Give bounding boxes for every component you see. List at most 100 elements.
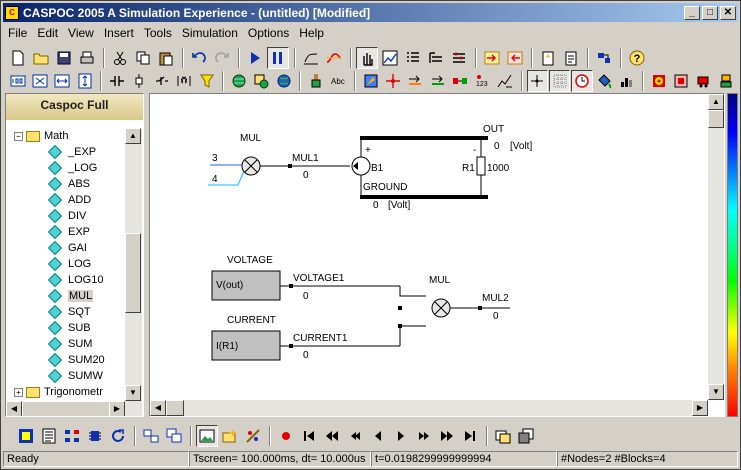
print-button[interactable] bbox=[76, 47, 98, 69]
scroll-left-icon[interactable]: ◀ bbox=[150, 400, 166, 416]
timer-button[interactable] bbox=[571, 70, 593, 92]
tree-item-log[interactable]: LOG bbox=[6, 256, 124, 272]
zoom-fit-button[interactable] bbox=[29, 70, 50, 92]
script-button[interactable] bbox=[537, 47, 559, 69]
scroll-left-icon[interactable]: ◀ bbox=[6, 401, 22, 416]
tree-item-sumw[interactable]: SUMW bbox=[6, 368, 124, 384]
scope-button[interactable] bbox=[300, 47, 322, 69]
chart-bar-button[interactable] bbox=[616, 70, 637, 92]
refresh-button[interactable] bbox=[107, 425, 129, 447]
tree-item-add[interactable]: ADD bbox=[6, 192, 124, 208]
tree-folder-math[interactable]: − Math bbox=[6, 128, 124, 144]
robot-button[interactable] bbox=[715, 70, 736, 92]
menu-file[interactable]: File bbox=[3, 26, 32, 40]
minimize-button[interactable]: _ bbox=[684, 5, 700, 20]
tree-item-exp[interactable]: EXP bbox=[6, 224, 124, 240]
tree-vertical-scrollbar[interactable]: ▲ ▼ bbox=[125, 128, 142, 401]
script-edit-button[interactable] bbox=[560, 47, 582, 69]
crosshair-button[interactable] bbox=[526, 70, 548, 92]
input-node-button[interactable] bbox=[481, 47, 503, 69]
numbering-button[interactable]: 123 bbox=[472, 70, 493, 92]
open-file-button[interactable] bbox=[30, 47, 52, 69]
menu-tools[interactable]: Tools bbox=[139, 26, 177, 40]
component-c-button[interactable] bbox=[151, 70, 172, 92]
effects-button[interactable] bbox=[219, 425, 241, 447]
probe-button[interactable] bbox=[196, 70, 217, 92]
scroll-thumb[interactable] bbox=[22, 401, 118, 416]
chart-button[interactable] bbox=[379, 47, 401, 69]
chip-button[interactable] bbox=[84, 425, 106, 447]
train-button[interactable] bbox=[693, 70, 714, 92]
new-file-button[interactable] bbox=[7, 47, 29, 69]
menu-help[interactable]: Help bbox=[294, 26, 329, 40]
arrow-bus-button[interactable] bbox=[427, 70, 448, 92]
go-end-button[interactable] bbox=[459, 425, 481, 447]
scope-color-button[interactable] bbox=[323, 47, 345, 69]
schematic-canvas[interactable]: MUL 3 4 MUL1 0 OUT 0 [Volt] + - B1 R1 10… bbox=[149, 93, 725, 417]
help-button[interactable]: ? bbox=[626, 47, 648, 69]
export-button[interactable] bbox=[494, 70, 515, 92]
redo-button[interactable] bbox=[211, 47, 233, 69]
tree-item-sqt[interactable]: SQT bbox=[6, 304, 124, 320]
scroll-thumb[interactable] bbox=[708, 110, 724, 128]
tree-item-sum[interactable]: SUM bbox=[6, 336, 124, 352]
stop-sign-button[interactable] bbox=[648, 70, 669, 92]
netlist-button[interactable] bbox=[38, 425, 60, 447]
collapse-icon[interactable]: − bbox=[14, 131, 23, 141]
component-b-button[interactable] bbox=[129, 70, 150, 92]
canvas-vertical-scrollbar[interactable]: ▲ ▼ bbox=[708, 94, 724, 400]
caspoc-app-icon[interactable]: C bbox=[5, 5, 19, 20]
copy-button[interactable] bbox=[132, 47, 154, 69]
record-button[interactable] bbox=[275, 425, 297, 447]
output-node-button[interactable] bbox=[504, 47, 526, 69]
scroll-right-icon[interactable]: ▶ bbox=[692, 400, 708, 416]
zoom-100-button[interactable] bbox=[7, 70, 28, 92]
expand-icon[interactable]: + bbox=[14, 387, 23, 397]
color-block-button[interactable] bbox=[360, 70, 381, 92]
tree-folder-trigonometric[interactable]: + Trigonometr bbox=[6, 384, 124, 400]
zoom-width-button[interactable] bbox=[52, 70, 73, 92]
arrow-connect-button[interactable] bbox=[405, 70, 426, 92]
menu-options[interactable]: Options bbox=[243, 26, 294, 40]
menu-simulation[interactable]: Simulation bbox=[177, 26, 243, 40]
tree-item-sub[interactable]: SUB bbox=[6, 320, 124, 336]
properties-button[interactable] bbox=[448, 47, 470, 69]
run-simulation-button[interactable] bbox=[244, 47, 266, 69]
copy-screen-button[interactable] bbox=[492, 425, 514, 447]
fast-rewind-button[interactable] bbox=[321, 425, 343, 447]
rewind-button[interactable] bbox=[344, 425, 366, 447]
fast-forward-button[interactable] bbox=[436, 425, 458, 447]
component-d-button[interactable] bbox=[174, 70, 195, 92]
paint-button[interactable] bbox=[305, 70, 326, 92]
tree-item-gai[interactable]: GAI bbox=[6, 240, 124, 256]
tree-item-_exp[interactable]: _EXP bbox=[6, 144, 124, 160]
scroll-thumb[interactable] bbox=[166, 400, 184, 416]
block-diagram-button[interactable] bbox=[61, 425, 83, 447]
scroll-thumb[interactable] bbox=[125, 233, 141, 313]
menu-edit[interactable]: Edit bbox=[32, 26, 63, 40]
fill-button[interactable] bbox=[594, 70, 615, 92]
tree-item-sum20[interactable]: SUM20 bbox=[6, 352, 124, 368]
scroll-right-icon[interactable]: ▶ bbox=[109, 401, 125, 416]
undo-button[interactable] bbox=[188, 47, 210, 69]
block-link-button[interactable] bbox=[449, 70, 470, 92]
forward-button[interactable] bbox=[413, 425, 435, 447]
animate-button[interactable] bbox=[242, 425, 264, 447]
close-button[interactable]: ✕ bbox=[720, 5, 736, 20]
component-a-button[interactable] bbox=[106, 70, 127, 92]
play-button[interactable] bbox=[390, 425, 412, 447]
schematic-drawing[interactable]: MUL 3 4 MUL1 0 OUT 0 [Volt] + - B1 R1 10… bbox=[150, 94, 725, 417]
node-button[interactable] bbox=[382, 70, 403, 92]
tree-horizontal-scrollbar[interactable]: ◀ ▶ bbox=[6, 401, 142, 416]
maximize-button[interactable]: □ bbox=[702, 5, 718, 20]
scroll-down-icon[interactable]: ▼ bbox=[125, 385, 141, 401]
menu-insert[interactable]: Insert bbox=[99, 26, 139, 40]
schematic-view-button[interactable] bbox=[15, 425, 37, 447]
paste-button[interactable] bbox=[155, 47, 177, 69]
tree-item-log10[interactable]: LOG10 bbox=[6, 272, 124, 288]
tree-item-div[interactable]: DIV bbox=[6, 208, 124, 224]
tree-item-_log[interactable]: _LOG bbox=[6, 160, 124, 176]
tree-item-abs[interactable]: ABS bbox=[6, 176, 124, 192]
tree-item-mul[interactable]: MUL bbox=[6, 288, 124, 304]
library-block-button[interactable] bbox=[251, 70, 272, 92]
